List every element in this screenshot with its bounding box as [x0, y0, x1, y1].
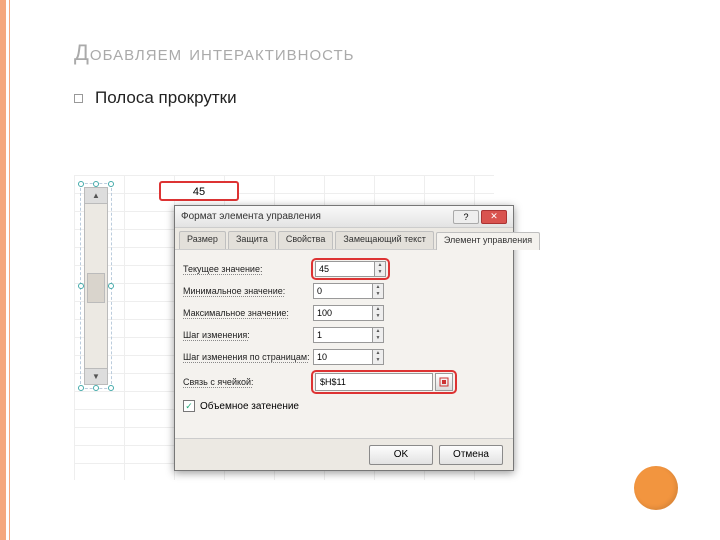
- checkbox-3d[interactable]: ✓: [183, 400, 195, 412]
- resize-handle[interactable]: [108, 283, 114, 289]
- scroll-thumb[interactable]: [87, 273, 105, 303]
- linked-cell[interactable]: 45: [159, 181, 239, 201]
- spinner-step[interactable]: ▲▼: [372, 327, 384, 343]
- input-min[interactable]: [313, 283, 373, 299]
- accent-dot: [634, 466, 678, 510]
- input-max[interactable]: [313, 305, 373, 321]
- dialog-title: Формат элемента управления: [181, 211, 321, 222]
- dialog-tabs: Размер Защита Свойства Замещающий текст …: [175, 228, 513, 250]
- resize-handle[interactable]: [108, 181, 114, 187]
- ok-button[interactable]: OK: [369, 445, 433, 465]
- bullet-item: Полоса прокрутки: [74, 88, 660, 108]
- resize-handle[interactable]: [93, 385, 99, 391]
- slide-stripe: [0, 0, 14, 540]
- tab-alttext[interactable]: Замещающий текст: [335, 231, 433, 249]
- input-current[interactable]: [315, 261, 375, 277]
- close-button[interactable]: ✕: [481, 210, 507, 224]
- tab-protection[interactable]: Защита: [228, 231, 276, 249]
- label-min: Минимальное значение:: [183, 286, 313, 296]
- excel-canvas: 45 ▲ ▼ Формат элемента управления ? ✕: [74, 175, 494, 480]
- dialog-footer: OK Отмена: [175, 438, 513, 470]
- tab-control[interactable]: Элемент управления: [436, 232, 540, 250]
- dialog-body: Текущее значение: ▲▼ Минимальное значени…: [183, 258, 505, 434]
- format-control-dialog: Формат элемента управления ? ✕ Размер За…: [174, 205, 514, 471]
- dialog-titlebar[interactable]: Формат элемента управления ? ✕: [175, 206, 513, 228]
- range-picker-icon[interactable]: [435, 373, 453, 391]
- bullet-icon: [74, 94, 83, 103]
- cancel-button[interactable]: Отмена: [439, 445, 503, 465]
- resize-handle[interactable]: [108, 385, 114, 391]
- input-step[interactable]: [313, 327, 373, 343]
- label-page: Шаг изменения по страницам:: [183, 352, 313, 362]
- label-current: Текущее значение:: [183, 264, 313, 274]
- spinner-max[interactable]: ▲▼: [372, 305, 384, 321]
- tab-size[interactable]: Размер: [179, 231, 226, 249]
- help-button[interactable]: ?: [453, 210, 479, 224]
- scroll-down-icon[interactable]: ▼: [85, 368, 107, 384]
- tab-properties[interactable]: Свойства: [278, 231, 334, 249]
- label-max: Максимальное значение:: [183, 308, 313, 318]
- label-link: Связь с ячейкой:: [183, 377, 313, 387]
- slide-title: Добавляем интерактивность: [74, 40, 660, 66]
- spinner-page[interactable]: ▲▼: [372, 349, 384, 365]
- spinner-current[interactable]: ▲▼: [374, 261, 386, 277]
- label-step: Шаг изменения:: [183, 330, 313, 340]
- input-page[interactable]: [313, 349, 373, 365]
- spinner-min[interactable]: ▲▼: [372, 283, 384, 299]
- scroll-up-icon[interactable]: ▲: [85, 188, 107, 204]
- label-3d: Объемное затенение: [200, 401, 299, 412]
- resize-handle[interactable]: [78, 385, 84, 391]
- bullet-text: Полоса прокрутки: [95, 88, 237, 108]
- input-cell-link[interactable]: $H$11: [315, 373, 433, 391]
- scrollbar-control[interactable]: ▲ ▼: [84, 187, 108, 385]
